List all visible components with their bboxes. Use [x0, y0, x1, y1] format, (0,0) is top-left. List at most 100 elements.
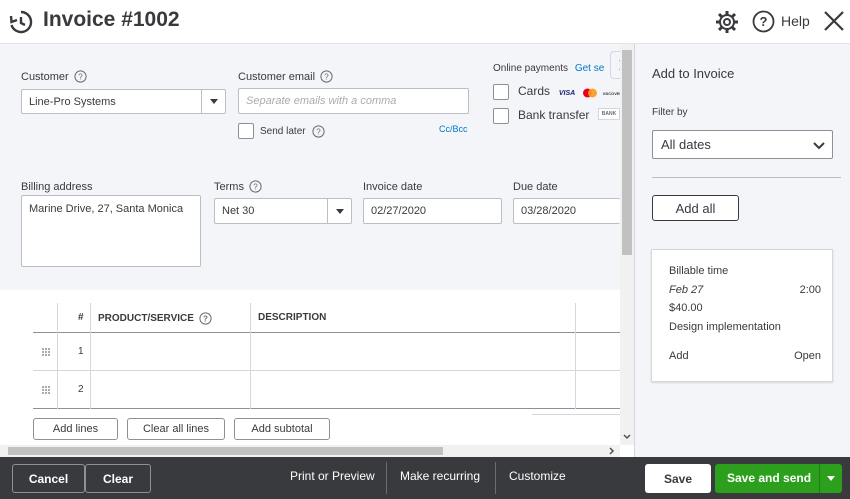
- customer-value: Line-Pro Systems: [29, 95, 116, 108]
- due-date-label: Due date: [513, 181, 558, 193]
- clear-button[interactable]: Clear: [85, 464, 151, 493]
- send-later-checkbox[interactable]: [238, 123, 254, 139]
- customer-email-label: Customer email: [238, 70, 316, 83]
- card-add-link[interactable]: Add: [669, 350, 689, 362]
- table-row[interactable]: 1: [33, 333, 620, 371]
- filter-by-label: Filter by: [652, 107, 688, 118]
- card-date: Feb 27: [669, 284, 704, 296]
- card-description: Design implementation: [669, 321, 781, 333]
- product-header-label: PRODUCT/SERVICE: [98, 313, 194, 324]
- card-amount: $40.00: [669, 302, 703, 314]
- email-label-group: Customer email ?: [238, 70, 333, 83]
- make-recurring-link[interactable]: Make recurring: [400, 469, 480, 483]
- save-and-send-label: Save and send: [727, 471, 812, 485]
- svg-text:?: ?: [253, 183, 258, 192]
- column-header-number: #: [78, 312, 84, 323]
- footer-bar: Cancel Clear Print or Preview Make recur…: [0, 457, 850, 499]
- date-filter-select[interactable]: All dates: [652, 130, 833, 159]
- chevron-down-icon[interactable]: [827, 476, 835, 481]
- customize-link[interactable]: Customize: [509, 469, 566, 483]
- line-items-table: # PRODUCT/SERVICE ? DESCRIPTION 1 2 Add …: [0, 290, 620, 445]
- column-divider: [250, 303, 251, 409]
- history-icon[interactable]: [8, 9, 34, 35]
- question-icon[interactable]: ?: [249, 180, 262, 193]
- billing-address-label: Billing address: [21, 181, 93, 193]
- drag-handle-icon[interactable]: [41, 385, 51, 395]
- chevron-down-icon[interactable]: [201, 90, 225, 113]
- help-icon[interactable]: ?: [752, 10, 775, 33]
- panel-title: Add to Invoice: [652, 66, 735, 81]
- save-and-send-button[interactable]: Save and send: [715, 464, 842, 493]
- table-header: # PRODUCT/SERVICE ? DESCRIPTION: [33, 303, 620, 333]
- visa-logo: VISA: [558, 89, 576, 97]
- page-title: Invoice #1002: [43, 8, 180, 31]
- bank-logo: BANK: [598, 108, 620, 120]
- terms-label-group: Terms ?: [214, 180, 262, 193]
- question-icon[interactable]: ?: [74, 70, 87, 83]
- question-icon[interactable]: ?: [199, 312, 212, 325]
- invoice-date-field[interactable]: 02/27/2020: [363, 198, 502, 224]
- subtotal-divider: [532, 414, 620, 415]
- cards-label: Cards: [518, 84, 551, 98]
- customer-select[interactable]: Line-Pro Systems: [21, 89, 226, 114]
- cancel-button[interactable]: Cancel: [12, 464, 85, 493]
- horizontal-scrollbar-thumb[interactable]: [8, 447, 443, 455]
- terms-select[interactable]: Net 30: [214, 198, 352, 224]
- send-later-label: Send later: [260, 126, 306, 137]
- drag-handle-icon[interactable]: [41, 347, 51, 357]
- help-label[interactable]: Help: [781, 13, 810, 29]
- bank-transfer-checkbox[interactable]: [493, 108, 509, 124]
- column-divider: [90, 303, 91, 409]
- due-date-field[interactable]: 03/28/2020: [513, 198, 620, 224]
- invoice-date-value: 02/27/2020: [371, 205, 427, 217]
- column-divider: [57, 303, 58, 409]
- date-filter-value: All dates: [661, 137, 711, 152]
- vertical-scrollbar-thumb[interactable]: [622, 50, 632, 255]
- svg-text:?: ?: [203, 315, 208, 324]
- chevron-down-icon: [813, 142, 825, 150]
- online-payments-label: Online payments: [493, 63, 569, 74]
- svg-text:?: ?: [760, 14, 768, 29]
- split-divider: [819, 464, 820, 493]
- mastercard-logo: [581, 87, 599, 99]
- print-preview-link[interactable]: Print or Preview: [290, 469, 375, 483]
- card-open-link[interactable]: Open: [794, 350, 821, 362]
- card-duration: 2:00: [799, 284, 821, 296]
- chevron-down-icon[interactable]: [327, 199, 351, 223]
- get-setup-link[interactable]: Get se: [575, 63, 604, 74]
- svg-text:?: ?: [316, 128, 321, 137]
- add-to-invoice-panel: Add to Invoice Filter by All dates Add a…: [634, 44, 850, 457]
- close-icon[interactable]: [822, 9, 846, 33]
- question-icon[interactable]: ?: [311, 125, 325, 138]
- invoice-header-form: Customer ? Line-Pro Systems Customer ema…: [0, 44, 634, 290]
- scroll-down-arrow-icon[interactable]: [622, 433, 632, 441]
- save-button[interactable]: Save: [645, 464, 711, 493]
- email-placeholder: Separate emails with a comma: [246, 95, 397, 107]
- svg-text:?: ?: [78, 73, 83, 82]
- column-header-product: PRODUCT/SERVICE ?: [98, 312, 212, 325]
- customer-label-group: Customer ?: [21, 70, 87, 83]
- scroll-right-arrow-icon[interactable]: [608, 446, 616, 456]
- add-subtotal-button[interactable]: Add subtotal: [234, 418, 330, 440]
- card-title: Billable time: [669, 265, 729, 277]
- billing-address-field[interactable]: Marine Drive, 27, Santa Monica: [21, 195, 201, 267]
- clear-all-lines-button[interactable]: Clear all lines: [127, 418, 225, 440]
- cards-checkbox[interactable]: [493, 84, 509, 100]
- discover-logo: DISCOVER: [603, 90, 621, 96]
- billing-address-value: Marine Drive, 27, Santa Monica: [29, 203, 184, 215]
- row-number: 2: [78, 384, 84, 395]
- customer-email-field[interactable]: Separate emails with a comma: [238, 88, 469, 114]
- add-lines-button[interactable]: Add lines: [33, 418, 118, 440]
- cc-bcc-link[interactable]: Cc/Bcc: [439, 124, 468, 134]
- invoice-date-label: Invoice date: [363, 181, 423, 193]
- gear-icon[interactable]: [714, 9, 740, 35]
- footer-divider: [386, 462, 387, 494]
- top-bar: Invoice #1002 ? Help: [0, 0, 850, 44]
- add-all-button[interactable]: Add all: [652, 195, 739, 221]
- question-icon[interactable]: ?: [320, 70, 333, 83]
- table-row[interactable]: 2: [33, 371, 620, 409]
- bank-transfer-label: Bank transfer: [518, 108, 590, 122]
- terms-label: Terms: [214, 180, 244, 193]
- online-payments-label-group: Online payments Get se: [493, 63, 604, 74]
- footer-divider: [495, 462, 496, 494]
